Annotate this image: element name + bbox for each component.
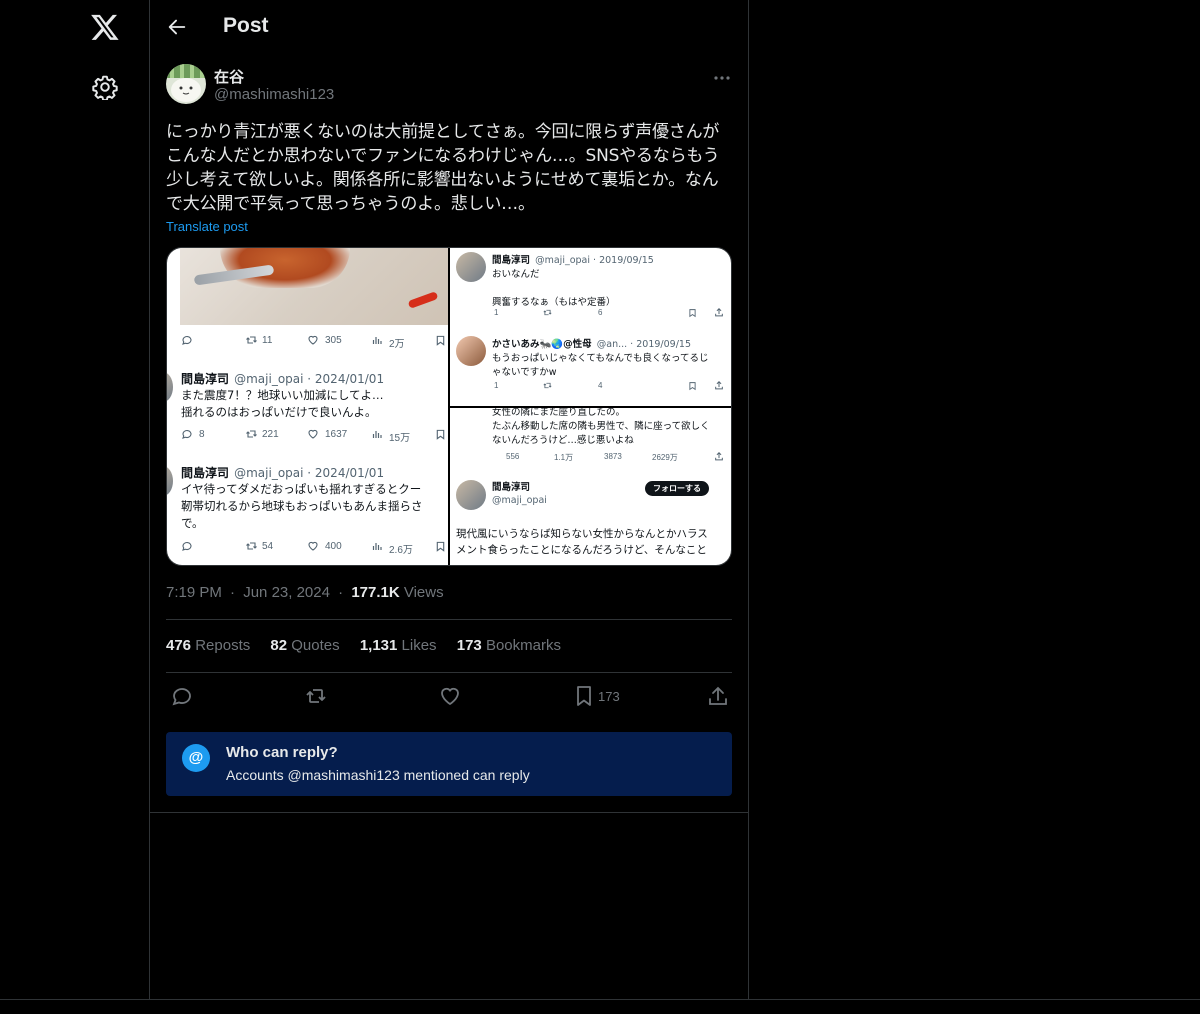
stat-likes: 305 xyxy=(325,335,342,346)
author-handle[interactable]: @mashimashi123 xyxy=(214,86,334,103)
avatar xyxy=(167,466,173,496)
embedded-tweet: 女性の隣にまた座り直したの。 たぶん移動した席の隣も男性で、隣に座って欲しく な… xyxy=(492,408,710,446)
bookmark-icon xyxy=(436,335,445,346)
post-date[interactable]: Jun 23, 2024 xyxy=(243,584,330,601)
share-icon[interactable] xyxy=(706,684,730,708)
embedded-tweet: かさいあみ🐜🌏@性母 @an... · 2019/09/15 もうおっぱいじゃな… xyxy=(492,339,709,378)
reply-icon xyxy=(182,335,192,345)
reply-icon xyxy=(182,541,192,551)
likes-count[interactable]: 1,131 Likes xyxy=(360,637,437,654)
divider xyxy=(166,672,732,673)
reposts-count[interactable]: 476 Reposts xyxy=(166,637,250,654)
post-text: にっかり青江が悪くないのは大前提としてさぁ。今回に限らず声優さんがこんな人だとか… xyxy=(166,122,720,214)
avatar xyxy=(167,372,173,402)
media-image-1[interactable]: 11 305 2万 間島淳司 @maji_opai · 2024/01/01 ま… xyxy=(167,248,448,565)
bookmarks-count[interactable]: 173 Bookmarks xyxy=(457,637,561,654)
embedded-tweet: 間島淳司 @maji_opai xyxy=(492,482,547,506)
media-image-3[interactable]: 女性の隣にまた座り直したの。 たぶん移動した席の隣も男性で、隣に座って欲しく な… xyxy=(450,408,731,565)
embedded-tweet-body: 現代風にいうならば知らない女性からなんとかハラス メント食らったことになるんだろ… xyxy=(456,528,708,556)
action-bar: 173 xyxy=(166,684,732,714)
x-logo-icon[interactable] xyxy=(90,12,120,42)
bookmark-icon[interactable] xyxy=(572,684,596,708)
bottom-divider xyxy=(0,999,1200,1000)
views-icon xyxy=(372,543,382,550)
heart-icon xyxy=(308,429,318,439)
heart-icon[interactable] xyxy=(438,684,462,708)
reply-icon xyxy=(182,429,192,439)
back-arrow-icon[interactable] xyxy=(166,16,188,38)
views-icon xyxy=(372,337,382,344)
share-icon xyxy=(715,452,723,461)
avatar xyxy=(456,252,486,282)
more-options-icon[interactable] xyxy=(712,68,732,88)
post-meta: 7:19 PM · Jun 23, 2024 · 177.1K Views xyxy=(166,584,444,601)
heart-icon xyxy=(308,335,318,345)
avatar xyxy=(456,480,486,510)
media-grid: 11 305 2万 間島淳司 @maji_opai · 2024/01/01 ま… xyxy=(166,247,732,566)
media-image-2[interactable]: 間島淳司 @maji_opai · 2019/09/15 おいなんだ 興奮するな… xyxy=(450,248,731,406)
engagement-counts: 476 Reposts 82 Quotes 1,131 Likes 173 Bo… xyxy=(166,637,577,654)
embedded-tweet: 間島淳司 @maji_opai · 2024/01/01 イヤ待ってダメだおっぱ… xyxy=(181,466,423,530)
author-name[interactable]: 在谷 xyxy=(214,66,244,87)
stat-views: 2万 xyxy=(389,339,405,350)
heart-icon xyxy=(308,541,318,551)
at-icon: @ xyxy=(182,744,210,772)
reply-subtitle: Accounts @mashimashi123 mentioned can re… xyxy=(226,767,530,783)
gear-icon[interactable] xyxy=(92,74,118,100)
reply-icon[interactable] xyxy=(170,684,194,708)
embedded-tweet: 間島淳司 @maji_opai · 2024/01/01 また震度7！？地球いい… xyxy=(181,372,385,419)
views-count: 177.1K xyxy=(351,584,400,601)
repost-icon[interactable] xyxy=(304,684,328,708)
share-icon xyxy=(715,381,723,390)
post-header: Post xyxy=(150,0,748,54)
translate-post-link[interactable]: Translate post xyxy=(166,219,248,234)
repost-icon xyxy=(246,542,257,550)
bookmark-action-count: 173 xyxy=(598,689,620,704)
page-title: Post xyxy=(223,14,269,37)
share-icon xyxy=(715,308,723,317)
post-time[interactable]: 7:19 PM xyxy=(166,584,222,601)
repost-icon xyxy=(543,309,552,316)
repost-icon xyxy=(543,382,552,389)
main-column: Post 在谷 @mashimashi123 にっかり青江が悪くないのは大前提と… xyxy=(149,0,749,1000)
food-photo xyxy=(180,248,448,325)
stat-reposts: 11 xyxy=(262,335,273,346)
bookmark-icon xyxy=(436,541,445,552)
repost-icon xyxy=(246,430,257,438)
views-label: Views xyxy=(403,584,444,601)
bookmark-icon xyxy=(436,429,445,440)
quotes-count[interactable]: 82 Quotes xyxy=(270,637,339,654)
follow-button: フォローする xyxy=(645,481,709,496)
reply-title: Who can reply? xyxy=(226,744,338,761)
divider xyxy=(166,619,732,620)
avatar[interactable] xyxy=(166,64,206,104)
left-sidebar xyxy=(0,0,150,1014)
who-can-reply-box: @ Who can reply? Accounts @mashimashi123… xyxy=(166,732,732,796)
avatar-image-icon xyxy=(166,64,206,102)
embedded-tweet: 間島淳司 @maji_opai · 2019/09/15 おいなんだ 興奮するな… xyxy=(492,255,654,308)
views-icon xyxy=(372,431,382,438)
divider xyxy=(150,812,748,813)
bookmark-icon xyxy=(689,309,696,318)
repost-icon xyxy=(246,336,257,344)
avatar xyxy=(456,336,486,366)
bookmark-icon xyxy=(689,382,696,391)
